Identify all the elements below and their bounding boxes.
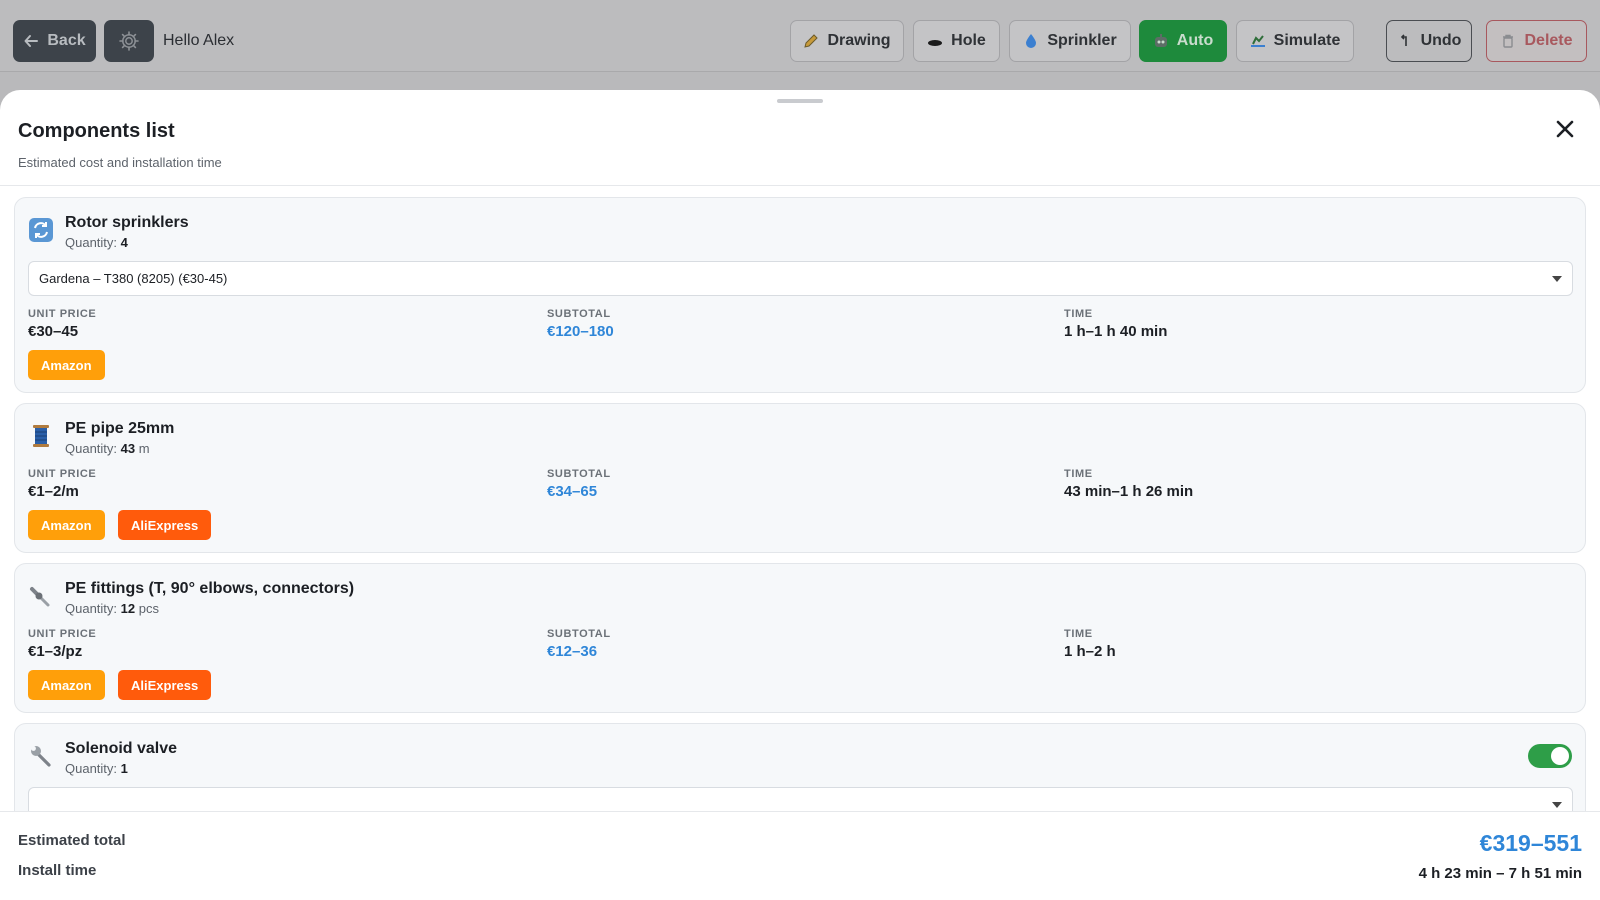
model-select-value: Gardena – T380 (8205) (€30-45) — [39, 271, 228, 286]
unit-price-value: €30–45 — [28, 323, 79, 340]
gear-icon — [118, 30, 140, 52]
install-time-label: Install time — [18, 862, 97, 879]
component-card: PE fittings (T, 90° elbows, connectors) … — [14, 563, 1586, 713]
component-quantity: Quantity: 1 — [65, 761, 128, 776]
hole-icon — [927, 33, 943, 49]
trash-icon — [1500, 33, 1516, 49]
component-name: PE pipe 25mm — [65, 420, 175, 437]
component-quantity: Quantity: 43 m — [65, 441, 150, 456]
undo-label: Undo — [1420, 32, 1462, 49]
components-sheet: Components list Estimated cost and insta… — [0, 90, 1600, 900]
component-name: Rotor sprinklers — [65, 214, 189, 231]
subtotal-label: SUBTOTAL — [547, 628, 611, 640]
amazon-link-button[interactable]: Amazon — [28, 670, 105, 700]
toggle-knob — [1551, 747, 1569, 765]
aliexpress-link-button[interactable]: AliExpress — [118, 510, 212, 540]
back-button[interactable]: Back — [13, 20, 96, 62]
close-icon — [1556, 120, 1574, 143]
component-quantity: Quantity: 12 pcs — [65, 601, 159, 616]
greeting-text: Hello Alex — [163, 32, 235, 49]
tool-auto-label: Auto — [1176, 32, 1214, 49]
back-label: Back — [47, 32, 86, 49]
time-label: TIME — [1064, 308, 1093, 320]
subtotal-label: SUBTOTAL — [547, 468, 611, 480]
unit-price-value: €1–2/m — [28, 483, 79, 500]
component-quantity: Quantity: 4 — [65, 235, 128, 250]
simulate-icon — [1250, 33, 1266, 49]
pencil-icon — [803, 33, 819, 49]
tool-sprinkler-button[interactable]: Sprinkler — [1009, 20, 1131, 62]
delete-button[interactable]: Delete — [1486, 20, 1587, 62]
close-button[interactable] — [1550, 116, 1580, 146]
sheet-header: Components list Estimated cost and insta… — [0, 90, 1600, 186]
model-select[interactable]: Gardena – T380 (8205) (€30-45) — [28, 261, 1573, 296]
rotate-icon — [29, 218, 53, 242]
wrench-icon — [29, 744, 53, 768]
time-label: TIME — [1064, 468, 1093, 480]
subtotal-value: €12–36 — [547, 643, 598, 660]
unit-price-label: UNIT PRICE — [28, 308, 97, 320]
fitting-icon — [29, 584, 53, 608]
chevron-down-icon — [1552, 276, 1562, 282]
aliexpress-link-button[interactable]: AliExpress — [118, 670, 212, 700]
tool-simulate-button[interactable]: Simulate — [1236, 20, 1354, 62]
install-time-value: 4 h 23 min – 7 h 51 min — [1418, 865, 1582, 882]
settings-button[interactable] — [104, 20, 154, 62]
subtotal-value: €34–65 — [547, 483, 598, 500]
time-value: 43 min–1 h 26 min — [1064, 483, 1194, 500]
undo-icon — [1397, 33, 1413, 49]
robot-icon — [1153, 33, 1169, 49]
droplet-icon — [1023, 33, 1039, 49]
time-label: TIME — [1064, 628, 1093, 640]
tool-hole-button[interactable]: Hole — [913, 20, 1000, 62]
top-toolbar: Back Hello Alex Drawing Hole Sprinkler A… — [0, 0, 1600, 72]
sheet-subtitle: Estimated cost and installation time — [18, 155, 222, 170]
components-list: Rotor sprinklers Quantity: 4 Gardena – T… — [0, 187, 1600, 900]
tool-sprinkler-label: Sprinkler — [1047, 32, 1117, 49]
undo-button[interactable]: Undo — [1386, 20, 1472, 62]
component-name: PE fittings (T, 90° elbows, connectors) — [65, 580, 355, 597]
subtotal-value: €120–180 — [547, 323, 614, 340]
tool-drawing-label: Drawing — [827, 32, 891, 49]
totals-footer: Estimated total €319–551 Install time 4 … — [0, 811, 1600, 900]
subtotal-label: SUBTOTAL — [547, 308, 611, 320]
sheet-title: Components list — [18, 120, 175, 142]
total-value: €319–551 — [1479, 830, 1582, 856]
chevron-down-icon — [1552, 802, 1562, 808]
unit-price-label: UNIT PRICE — [28, 468, 97, 480]
delete-label: Delete — [1524, 32, 1573, 49]
unit-price-label: UNIT PRICE — [28, 628, 97, 640]
tool-auto-button[interactable]: Auto — [1139, 20, 1227, 62]
component-enabled-toggle[interactable] — [1528, 744, 1572, 768]
tool-drawing-button[interactable]: Drawing — [790, 20, 904, 62]
unit-price-value: €1–3/pz — [28, 643, 83, 660]
component-card: PE pipe 25mm Quantity: 43 m UNIT PRICE €… — [14, 403, 1586, 553]
time-value: 1 h–1 h 40 min — [1064, 323, 1168, 340]
tool-simulate-label: Simulate — [1273, 32, 1341, 49]
component-name: Solenoid valve — [65, 740, 178, 757]
total-label: Estimated total — [18, 832, 126, 849]
arrow-left-icon — [23, 33, 39, 49]
spool-icon — [29, 424, 53, 448]
amazon-link-button[interactable]: Amazon — [28, 510, 105, 540]
component-card: Rotor sprinklers Quantity: 4 Gardena – T… — [14, 197, 1586, 393]
amazon-link-button[interactable]: Amazon — [28, 350, 105, 380]
time-value: 1 h–2 h — [1064, 643, 1116, 660]
tool-hole-label: Hole — [951, 32, 986, 49]
